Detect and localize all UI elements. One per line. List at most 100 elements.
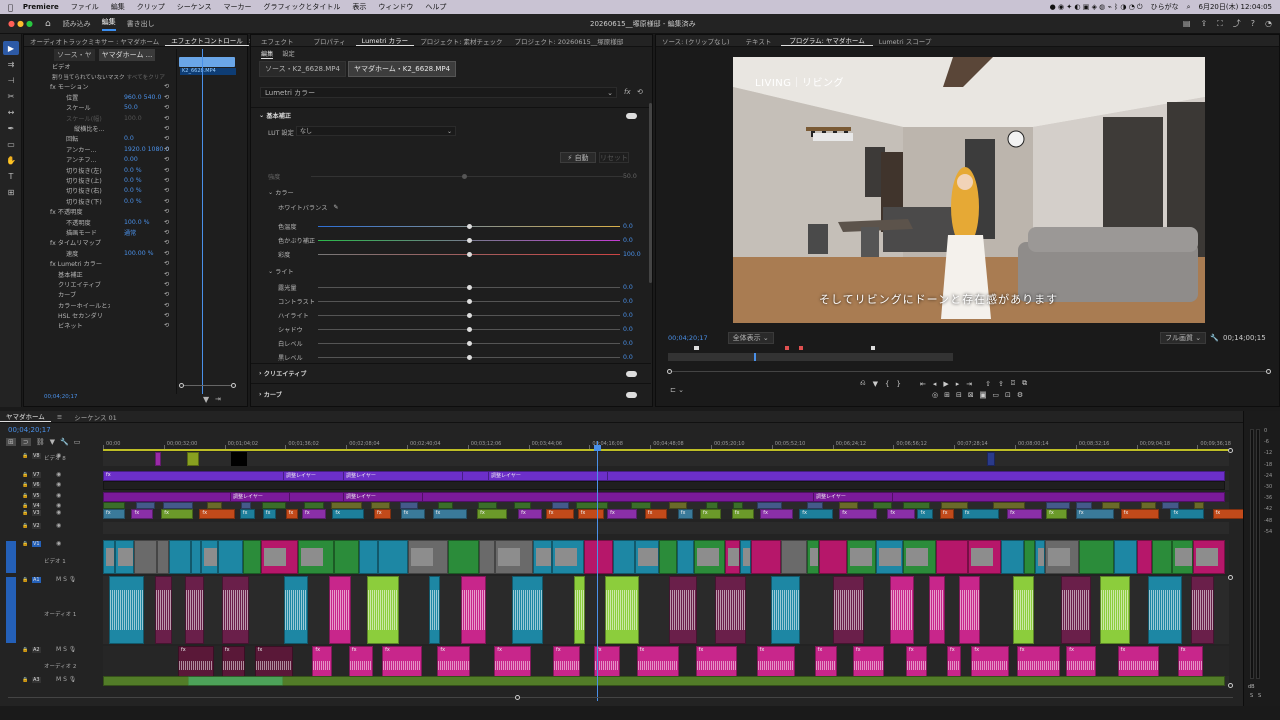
timeline-clip[interactable] [478, 540, 495, 574]
wrench-icon[interactable]: 🔧 [1210, 334, 1219, 342]
timeline-clip[interactable] [155, 452, 161, 466]
tab-program[interactable]: プログラム: ヤマダホーム [781, 35, 873, 46]
snap-icon[interactable]: ⊃ [20, 438, 31, 446]
timeline-clip[interactable] [190, 540, 201, 574]
search-icon[interactable]: ⌕ [1187, 3, 1191, 12]
mute-solo-icon[interactable]: M S 🎙 [56, 646, 76, 653]
timeline-clip[interactable] [168, 540, 191, 574]
timeline-clip[interactable] [1193, 502, 1204, 509]
timeline-clip[interactable] [460, 576, 486, 644]
timeline-clip[interactable] [876, 540, 903, 574]
tab-lumetri-scopes[interactable]: Lumetri スコープ [873, 36, 938, 46]
timeline-clip[interactable] [940, 502, 969, 509]
timeline-hscroll[interactable] [8, 697, 1233, 698]
apple-icon[interactable]:  [8, 3, 13, 12]
timeline-clip[interactable] [1113, 540, 1138, 574]
timeline-clip[interactable] [103, 540, 116, 574]
eye-icon[interactable]: ◉ [56, 540, 61, 547]
timeline-clip[interactable]: fx [971, 646, 1010, 678]
tab-properties[interactable]: プロパティ [304, 36, 356, 46]
reset-param-icon[interactable]: ⟲ [164, 167, 169, 174]
v-scroll-knob-3[interactable] [1228, 683, 1233, 688]
linked-selection-icon[interactable]: ⛓ [36, 438, 45, 446]
timeline-clip[interactable]: fx [494, 646, 531, 678]
track-header-v7[interactable]: V7 🔒 ◉ [0, 471, 103, 481]
track-lane-a1[interactable] [103, 576, 1229, 644]
quality-select[interactable]: フル画質 ⌄ [1160, 332, 1207, 344]
effect-row[interactable]: アンチフ... 0.00 ⟲ [24, 155, 174, 165]
timeline-clip[interactable]: fx [285, 509, 298, 519]
timeline-clip[interactable] [359, 540, 379, 574]
lut-select[interactable]: なし ⌄ [296, 126, 456, 136]
timeline-clip[interactable] [1102, 502, 1121, 509]
eye-icon[interactable]: ◉ [56, 502, 61, 509]
timeline-clip[interactable] [873, 502, 893, 509]
reset-param-icon[interactable]: ⟲ [164, 302, 169, 309]
timeline-clip[interactable] [839, 502, 859, 509]
subtab-edit[interactable]: 編集 [261, 49, 274, 59]
lock-icon[interactable]: 🔒 [22, 482, 28, 488]
ime-indicator[interactable]: ひらがな [1151, 2, 1179, 12]
timeline-clip[interactable] [157, 540, 169, 574]
timeline-clip[interactable]: fx [636, 646, 680, 678]
timeline-clip[interactable] [612, 540, 635, 574]
tab-text[interactable]: テキスト [736, 36, 782, 46]
sequence-clip-button[interactable]: ヤマダホーム・K2_6628.MP4 [347, 61, 457, 77]
timeline-clip[interactable]: fx [382, 646, 422, 678]
track-id[interactable]: A1 [32, 577, 41, 583]
effect-row[interactable]: ビネット ⟲ [24, 321, 174, 331]
timeline-clip[interactable]: fx [1117, 646, 1159, 678]
menu-clip[interactable]: クリップ [137, 2, 165, 12]
effect-select[interactable]: Lumetri カラー ⌄ [260, 87, 617, 98]
eye-icon[interactable]: ◉ [56, 471, 61, 478]
source-clip-tab[interactable]: ソース・ヤ [54, 49, 95, 61]
effect-row-value[interactable]: 100.0 [124, 115, 142, 122]
timeline-clip[interactable]: fx [1066, 646, 1096, 678]
timeline-clip[interactable] [514, 502, 531, 509]
timeline-clip[interactable] [993, 502, 1025, 509]
timeline-clip[interactable] [1100, 576, 1131, 644]
slider-value[interactable]: 0.0 [623, 324, 633, 334]
timeline-clip[interactable] [902, 502, 930, 509]
track-header-a3[interactable]: A3 🔒 M S 🎙 [0, 676, 103, 686]
solo-left-button[interactable]: S [1250, 693, 1253, 699]
lock-icon[interactable]: 🔒 [22, 541, 28, 547]
reset-param-icon[interactable]: ⟲ [164, 281, 169, 288]
timeline-clip[interactable]: fx [814, 646, 837, 678]
timeline-clip[interactable] [552, 540, 585, 574]
timeline-clip[interactable] [1045, 502, 1070, 509]
timeline-clip[interactable] [959, 576, 980, 644]
quick-export-icon[interactable]: ⇪ [1200, 19, 1207, 28]
timeline-clip[interactable]: fx [799, 509, 833, 519]
track-lane-v4[interactable] [103, 502, 1229, 509]
timeline-clip[interactable] [1045, 540, 1080, 574]
reset-param-icon[interactable]: ⟲ [164, 115, 169, 122]
timeline-clip[interactable] [693, 540, 726, 574]
hand-tool-icon[interactable]: ✋ [3, 153, 19, 167]
reset-param-icon[interactable]: ⟲ [164, 291, 169, 298]
timeline-clip[interactable]: fx [644, 509, 667, 519]
program-timecode[interactable]: 00;04;20;17 [668, 334, 708, 342]
timeline-clip[interactable]: fx [1170, 509, 1205, 519]
timeline-clip[interactable]: fx [917, 509, 934, 519]
timeline-clip[interactable] [240, 502, 251, 509]
timeline-clip[interactable] [584, 540, 613, 574]
curve-header[interactable]: › カーブ [259, 389, 282, 399]
timeline-clip[interactable]: fx [756, 646, 796, 678]
timeline-clip[interactable] [328, 576, 352, 644]
timeline-clip[interactable]: fx [103, 471, 1225, 481]
timeline-clip[interactable]: 調整レイヤー [488, 471, 608, 481]
effect-row-value[interactable]: 50.0 [124, 104, 138, 111]
timeline-clip[interactable] [832, 576, 865, 644]
timeline-clip[interactable]: fx [221, 646, 246, 678]
fit-select[interactable]: 全体表示 ⌄ [727, 332, 774, 344]
timeline-clip[interactable] [987, 452, 995, 466]
timeline-clip[interactable] [658, 540, 678, 574]
reset-button[interactable]: リセット [599, 152, 629, 163]
timeline-clip[interactable] [604, 576, 639, 644]
timeline-clip[interactable]: fx [199, 509, 236, 519]
timeline-clip[interactable]: fx [131, 509, 154, 519]
video-frame[interactable]: LIVING｜リビング そしてリビングにドーンと存在感があります [733, 57, 1205, 323]
effect-row[interactable]: fx Lumetri カラー ⟲ [24, 258, 174, 268]
timeline-clip[interactable]: fx [1076, 509, 1114, 519]
